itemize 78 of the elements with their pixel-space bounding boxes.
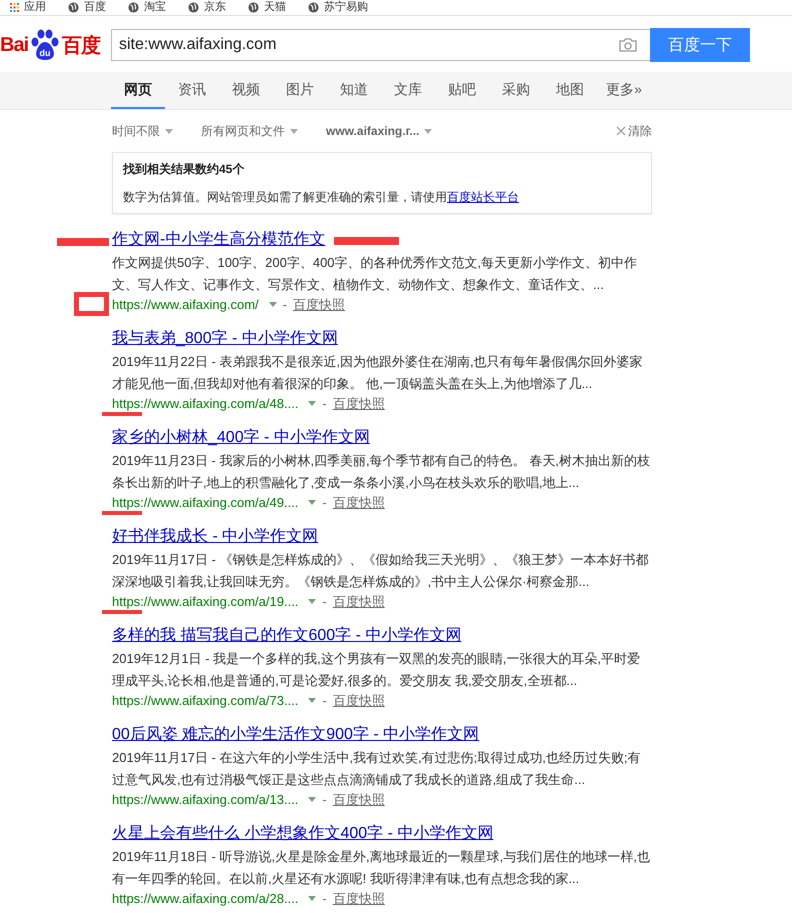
nav-tab[interactable]: 采购 xyxy=(489,72,543,109)
result-title-link[interactable]: 多样的我 描写我自己的作文600字 - 中小学作文网 xyxy=(112,627,462,644)
nav-tab[interactable]: 更多» xyxy=(597,72,651,109)
nav-tab[interactable]: 资讯 xyxy=(165,72,219,109)
separator-text: - xyxy=(322,791,327,808)
webmaster-platform-link[interactable]: 百度站长平台 xyxy=(447,190,519,204)
result-snippet: 2019年11月17日 - 《钢铁是怎样炼成的》、《假如给我三天光明》、《狼王梦》一本本好书都深深地吸引着我,让我回味无穷。《钢铁是怎样炼成的》,书中主人公保尔·柯察金那... xyxy=(112,551,650,591)
clear-filters-link[interactable]: 清除 xyxy=(616,122,652,140)
annotation-frame xyxy=(74,292,109,316)
camera-icon[interactable] xyxy=(618,37,638,53)
caret-icon xyxy=(165,128,173,134)
caret-icon[interactable] xyxy=(308,797,316,802)
bookmark-link[interactable]: 淘宝 xyxy=(128,1,166,13)
nav-tab[interactable]: 地图 xyxy=(543,72,597,109)
result-snippet: 2019年11月17日 - 在这六年的小学生活中,我有过欢笑,有过悲伤;取得过成功,也经历过失败;有过意气风发,也有过消极气馁正是这些点点滴滴铺成了我成长的道路,组成了我生命... xyxy=(112,749,642,789)
separator-text: - xyxy=(322,494,327,511)
search-field[interactable]: site:www.aifaxing.com xyxy=(112,35,618,55)
result-url: https://www.aifaxing.com/a/19.... xyxy=(112,593,298,610)
result-snippet: 2019年12月1日 - 我是一个多样的我,这个男孩有一双黑的发亮的眼睛,一张很大的耳朵,平时爱理成平头,论长相,他是普通的,可是论爱好,很多的。爱交朋友 我,爱交朋友,全班都... xyxy=(112,650,642,690)
result-url: https://www.aifaxing.com/ xyxy=(112,296,259,313)
caret-icon[interactable] xyxy=(308,500,316,505)
caret-icon[interactable] xyxy=(308,698,316,703)
separator-text: - xyxy=(282,296,288,313)
caret-icon xyxy=(424,128,432,134)
separator-text: - xyxy=(322,890,327,907)
bookmark-link[interactable]: 应用 xyxy=(10,1,46,13)
result-snippet: 2019年11月22日 - 表弟跟我不是很亲近,因为他跟外婆住在湖南,也只有每年暑假偶尔回外婆家才能见他一面,但我却对他有着很深的印象。 他,一顶锅盖头盖在头上,为他增添了几... xyxy=(112,353,644,393)
close-icon xyxy=(616,126,626,136)
info-text: 数字为估算值。网站管理员如需了解更准确的索引量，请使用百度站长平台 xyxy=(123,189,520,206)
caret-icon xyxy=(290,128,298,134)
nav-tab[interactable]: 知道 xyxy=(327,72,381,109)
search-box[interactable]: site:www.aifaxing.com xyxy=(111,29,650,61)
apps-grid-icon xyxy=(10,2,19,12)
nav-tab[interactable]: 网页 xyxy=(111,72,165,109)
search-button[interactable]: 百度一下 xyxy=(650,28,750,62)
caret-icon[interactable] xyxy=(308,599,316,604)
cached-page-link[interactable]: 百度快照 xyxy=(332,692,385,709)
nav-tab[interactable]: 图片 xyxy=(273,72,327,109)
separator-text: - xyxy=(322,593,327,610)
caret-icon[interactable] xyxy=(308,401,316,406)
bookmark-link[interactable]: 京东 xyxy=(188,1,226,13)
caret-icon[interactable] xyxy=(308,896,316,901)
annotation-bar xyxy=(334,237,399,245)
result-title-link[interactable]: 作文网-中小学生高分模范作文 xyxy=(112,231,326,248)
cached-page-link[interactable]: 百度快照 xyxy=(332,395,385,412)
logo-text: Bai xyxy=(0,34,28,56)
nav-tab[interactable]: 贴吧 xyxy=(435,72,489,109)
nav-tab[interactable]: 文库 xyxy=(381,72,435,109)
result-url: https://www.aifaxing.com/a/48.... xyxy=(112,395,298,412)
result-title-link[interactable]: 好书伴我成长 - 中小学作文网 xyxy=(112,528,318,545)
result-title-link[interactable]: 我与表弟_800字 - 中小学作文网 xyxy=(112,330,338,347)
filter-dropdown[interactable]: www.aifaxing.г... xyxy=(326,124,432,138)
result-snippet: 作文网提供50字、100字、200字、400字、的各种优秀作文范文,每天更新小学作文、初中作文、写人作文、记事作文、写景作文、植物作文、动物作文、想象作文、童话作文、... xyxy=(112,254,638,294)
result-url: https://www.aifaxing.com/a/73.... xyxy=(112,692,298,709)
separator-text: - xyxy=(322,395,327,412)
cached-page-link[interactable]: 百度快照 xyxy=(293,296,346,313)
bookmark-link[interactable]: 苏宁易购 xyxy=(308,1,368,13)
caret-icon[interactable] xyxy=(268,302,277,307)
result-url: https://www.aifaxing.com/a/28.... xyxy=(112,890,298,907)
bookmark-link[interactable]: 天猫 xyxy=(248,1,286,13)
result-url: https://www.aifaxing.com/a/13.... xyxy=(112,791,298,808)
cached-page-link[interactable]: 百度快照 xyxy=(332,890,385,907)
filter-dropdown[interactable]: 时间不限 xyxy=(112,122,173,140)
result-snippet: 2019年11月23日 - 我家后的小树林,四季美丽,每个季节都有自己的特色。 春天,树木抽出新的枝条长出新的叶子,地上的积雪融化了,变成一条条小溪,小鸟在枝头欢乐的歌唱,地上... xyxy=(112,452,651,492)
result-title-link[interactable]: 火星上会有些什么 小学想象作文400字 - 中小学作文网 xyxy=(112,825,494,842)
result-url: https://www.aifaxing.com/a/49.... xyxy=(112,494,298,511)
cached-page-link[interactable]: 百度快照 xyxy=(332,791,385,808)
result-snippet: 2019年11月18日 - 听导游说,火星是除金星外,离地球最近的一颗星球,与我们居住的地球一样,也有一年四季的轮回。在以前,火星还有水源呢! 我听得津津有味,也有点想念我的家... xyxy=(112,848,651,888)
result-count-text: 找到相关结果数约45个 xyxy=(123,161,246,178)
separator-text: - xyxy=(322,692,327,709)
result-title-link[interactable]: 家乡的小树林_400字 - 中小学作文网 xyxy=(112,429,370,446)
cached-page-link[interactable]: 百度快照 xyxy=(332,494,385,511)
result-title-link[interactable]: 00后风姿 难忘的小学生活作文900字 - 中小学作文网 xyxy=(112,726,480,743)
nav-tab[interactable]: 视频 xyxy=(219,72,273,109)
filter-dropdown[interactable]: 所有网页和文件 xyxy=(201,122,298,140)
cached-page-link[interactable]: 百度快照 xyxy=(332,593,385,610)
bookmark-link[interactable]: 百度 xyxy=(68,1,106,13)
logo-text: 百度 xyxy=(62,34,100,58)
